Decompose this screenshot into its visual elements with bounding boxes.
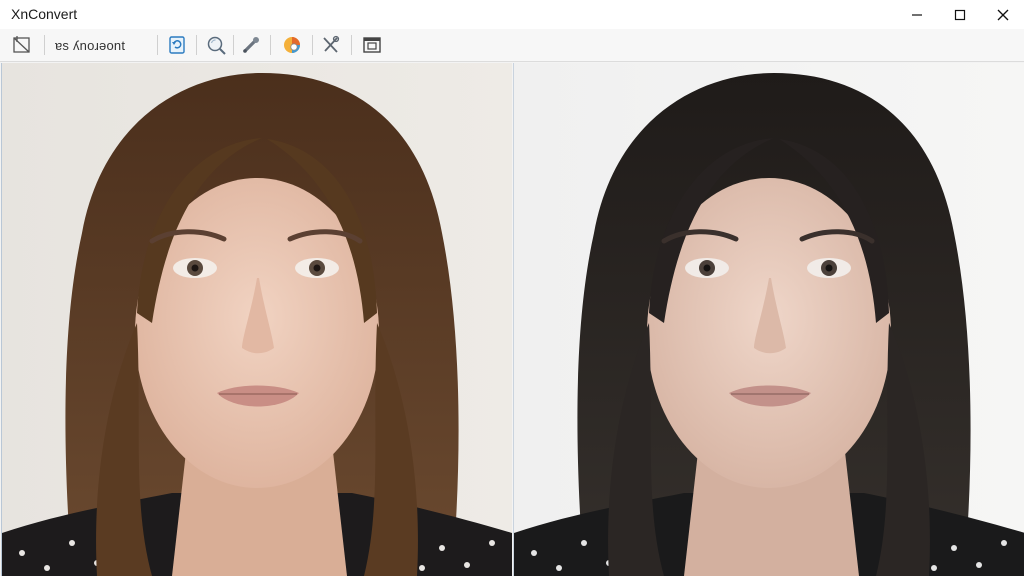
tools-icon[interactable] xyxy=(320,34,342,56)
toolbar-separator xyxy=(157,35,158,55)
crop-icon[interactable] xyxy=(11,34,33,56)
minimize-button[interactable] xyxy=(895,0,938,29)
app-window: XnConvert ɐs ʎnoɹǝont xyxy=(0,0,1024,576)
window-title: XnConvert xyxy=(11,6,78,22)
close-icon xyxy=(997,9,1008,20)
image-panel-converted[interactable] xyxy=(513,63,1024,576)
zoom-icon[interactable] xyxy=(205,34,227,56)
portrait-converted xyxy=(514,63,1024,576)
image-panel-original[interactable] xyxy=(1,63,512,576)
color-wheel-icon[interactable] xyxy=(281,34,303,56)
toolbar-separator xyxy=(270,35,271,55)
toolbar-separator xyxy=(233,35,234,55)
minimize-icon xyxy=(911,13,922,16)
pipette-icon[interactable] xyxy=(240,34,262,56)
toolbar-separator xyxy=(351,35,352,55)
toolbar-separator xyxy=(312,35,313,55)
maximize-button[interactable] xyxy=(938,0,981,29)
frame-icon[interactable] xyxy=(361,34,383,56)
title-bar[interactable]: XnConvert xyxy=(0,0,1024,29)
portrait-original xyxy=(2,63,512,576)
close-button[interactable] xyxy=(981,0,1024,29)
toolbar-separator xyxy=(196,35,197,55)
refresh-icon[interactable] xyxy=(166,34,188,56)
window-controls xyxy=(895,0,1024,29)
toolbar-separator xyxy=(44,35,45,55)
maximize-icon xyxy=(954,9,965,20)
toolbar: ɐs ʎnoɹǝont xyxy=(0,29,1024,62)
toolbar-label: ɐs ʎnoɹǝont xyxy=(55,38,126,53)
